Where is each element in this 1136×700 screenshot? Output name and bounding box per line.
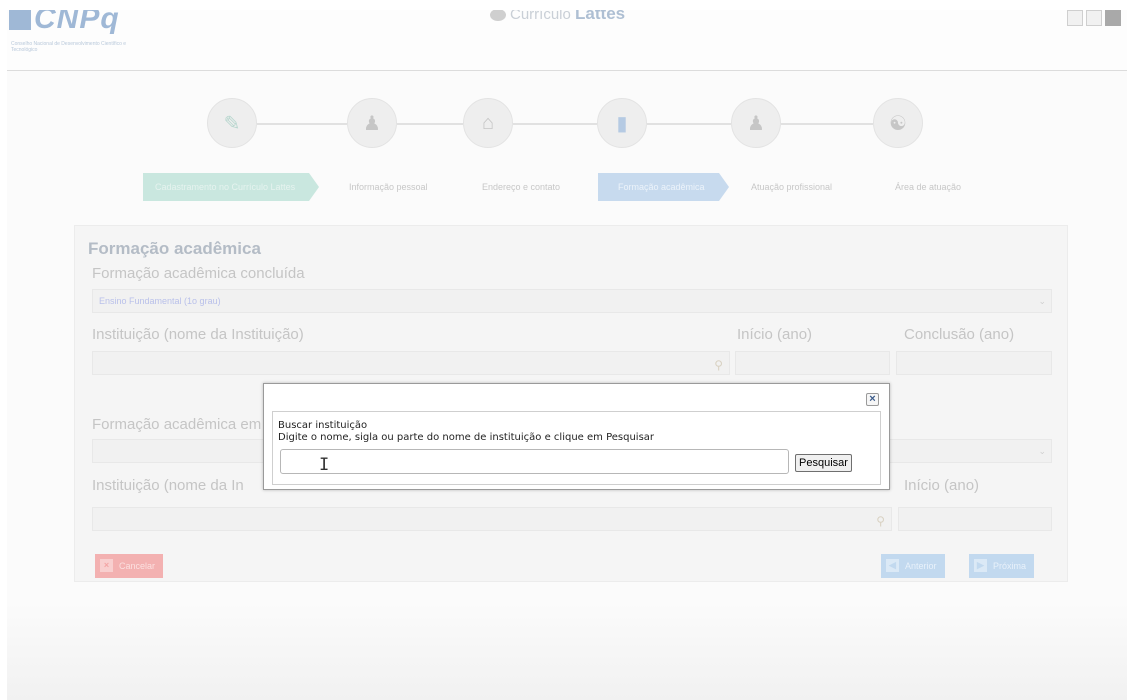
person-area-icon: ☯ xyxy=(889,112,907,135)
institution2-label: Instituição (nome da In xyxy=(92,477,244,494)
start-year-field[interactable] xyxy=(735,351,890,375)
start-year-label: Início (ano) xyxy=(737,326,813,343)
cancel-label: Cancelar xyxy=(119,561,156,571)
dialog-body: Buscar instituição Digite o nome, sigla … xyxy=(272,411,881,485)
concluded-label: Formação acadêmica concluída xyxy=(92,265,305,282)
close-icon[interactable]: × xyxy=(866,393,879,406)
house-icon: ⌂ xyxy=(481,111,495,134)
logo-subtitle: Conselho Nacional de Desenvolvimento Cie… xyxy=(11,41,127,53)
start-year2-label: Início (ano) xyxy=(904,477,980,494)
cnpq-logo-mark xyxy=(9,10,31,30)
previous-button[interactable]: ◀ Anterior xyxy=(881,554,945,578)
next-button[interactable]: ▶ Próxima xyxy=(969,554,1035,578)
cancel-button[interactable]: × Cancelar xyxy=(95,554,164,578)
concluded-value: Ensino Fundamental (1o grau) xyxy=(99,296,221,306)
search-institution-dialog: × Buscar instituição Digite o nome, sigl… xyxy=(263,383,890,490)
step-registration[interactable]: ✎ xyxy=(207,98,257,148)
logo-text: CNPq xyxy=(34,10,120,35)
end-year-label: Conclusão (ano) xyxy=(904,326,1015,343)
cnpq-logo: CNPq xyxy=(9,10,120,36)
crumb-education[interactable]: Formação acadêmica xyxy=(598,173,729,201)
institution-field[interactable]: ⚲ xyxy=(92,351,730,375)
header-actions xyxy=(1064,10,1121,31)
search-icon[interactable]: ⚲ xyxy=(876,510,885,532)
header-button-1[interactable] xyxy=(1067,10,1083,26)
crumb-address[interactable]: Endereço e contato xyxy=(482,173,560,201)
professional-icon: ♟ xyxy=(747,112,765,135)
chevron-down-icon: ⌄ xyxy=(1038,296,1046,306)
institution-search-input[interactable] xyxy=(280,449,789,474)
crumb-area[interactable]: Área de atuação xyxy=(895,173,961,201)
search-icon[interactable]: ⚲ xyxy=(714,354,723,376)
step-connector xyxy=(397,123,463,125)
ongoing-label: Formação acadêmica em xyxy=(92,416,262,433)
step-professional[interactable]: ♟ xyxy=(731,98,781,148)
step-connector xyxy=(781,123,873,125)
lattes-mark-icon xyxy=(490,10,506,22)
dialog-title: Buscar instituição xyxy=(278,420,368,431)
dialog-hint: Digite o nome, sigla ou parte do nome de… xyxy=(278,432,655,443)
header-button-2[interactable] xyxy=(1086,10,1102,26)
next-label: Próxima xyxy=(993,561,1027,571)
header-button-3[interactable] xyxy=(1105,10,1121,26)
start-year2-field[interactable] xyxy=(898,507,1052,531)
step-personal-info[interactable]: ♟ xyxy=(347,98,397,148)
text-cursor-icon: I xyxy=(319,455,330,475)
step-education[interactable]: ▮ xyxy=(597,98,647,148)
document-check-icon: ✎ xyxy=(223,112,241,135)
end-year-field[interactable] xyxy=(896,351,1052,375)
step-address[interactable]: ⌂ xyxy=(463,98,513,148)
step-connector xyxy=(647,123,731,125)
system-label: Currículo xyxy=(510,10,571,23)
step-area[interactable]: ☯ xyxy=(873,98,923,148)
previous-label: Anterior xyxy=(905,561,937,571)
step-connector xyxy=(257,123,347,125)
person-icon: ♟ xyxy=(363,112,381,135)
search-button[interactable]: Pesquisar xyxy=(795,454,852,472)
site-header: CNPq Conselho Nacional de Desenvolviment… xyxy=(7,10,1127,71)
section-title: Formação acadêmica xyxy=(88,239,261,258)
step-connector xyxy=(513,123,597,125)
crumb-personal-info[interactable]: Informação pessoal xyxy=(349,173,428,201)
page-frame: CNPq Conselho Nacional de Desenvolviment… xyxy=(7,10,1127,700)
arrow-left-icon: ◀ xyxy=(886,559,899,572)
system-name: Lattes xyxy=(575,10,626,23)
institution-label: Instituição (nome da Instituição) xyxy=(92,326,304,343)
institution2-field[interactable]: ⚲ xyxy=(92,507,892,531)
chevron-down-icon: ⌄ xyxy=(1038,446,1046,456)
page-footer-area xyxy=(7,603,1127,700)
crumb-professional[interactable]: Atuação profissional xyxy=(751,173,832,201)
close-icon: × xyxy=(100,559,113,572)
arrow-right-icon: ▶ xyxy=(974,559,987,572)
concluded-select[interactable]: Ensino Fundamental (1o grau) ⌄ xyxy=(92,289,1052,313)
lattes-brand: Currículo Lattes xyxy=(490,10,625,24)
book-icon: ▮ xyxy=(616,112,628,135)
wizard-steps: ✎ ♟ ⌂ ▮ ♟ ☯ xyxy=(207,98,937,148)
crumb-registration[interactable]: Cadastramento no Currículo Lattes xyxy=(143,173,320,201)
